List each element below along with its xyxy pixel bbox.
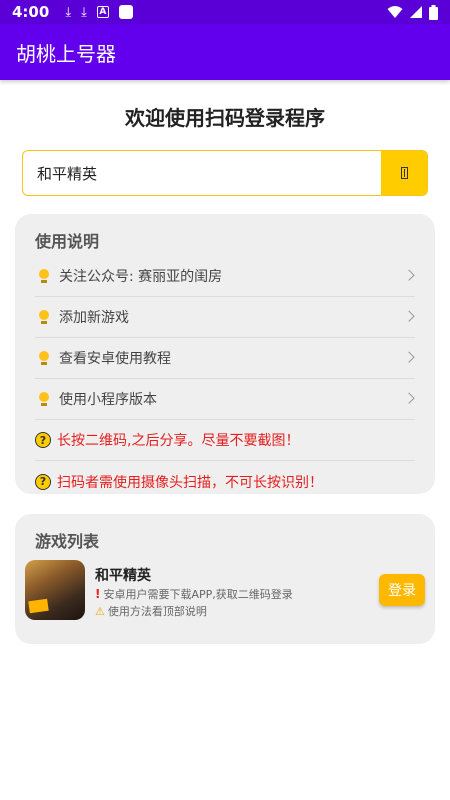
- status-bar: 4:00 ⤓ ⤓ A: [0, 0, 450, 24]
- app-bar: 胡桃上号器: [0, 24, 450, 80]
- usage-list: 关注公众号: 赛丽亚的闺房 添加新游戏 查看安卓使用教程 使用小程序版本 ? 长…: [35, 256, 415, 502]
- usage-warning-text: 长按二维码,之后分享。尽量不要截图！: [57, 433, 300, 449]
- chevron-right-icon: [403, 310, 415, 322]
- usage-item-follow-account[interactable]: 关注公众号: 赛丽亚的闺房: [35, 256, 415, 297]
- usage-item-android-tutorial[interactable]: 查看安卓使用教程: [35, 338, 415, 379]
- app-square-icon: [118, 5, 133, 19]
- games-title: 游戏列表: [35, 532, 100, 551]
- usage-title: 使用说明: [35, 232, 100, 251]
- game-note-text: 安卓用户需要下载APP,获取二维码登录: [103, 588, 293, 601]
- games-card: 游戏列表 和平精英 ! 安卓用户需要下载APP,获取二维码登录 ⚠ 使用方法看顶…: [15, 514, 435, 644]
- warning-triangle-icon: ⚠: [95, 604, 105, 618]
- usage-warning-share: ? 长按二维码,之后分享。尽量不要截图！: [35, 420, 415, 461]
- battery-icon: [429, 4, 438, 20]
- usage-warning-camera: ? 扫码者需使用摄像头扫描，不可长按识别！: [35, 461, 415, 502]
- font-app-icon: A: [96, 6, 109, 18]
- game-list-item: 和平精英 ! 安卓用户需要下载APP,获取二维码登录 ⚠ 使用方法看顶部说明 登…: [25, 560, 425, 620]
- search-icon: [400, 167, 408, 179]
- usage-item-label: 查看安卓使用教程: [59, 351, 171, 367]
- download-icon: ⤓: [65, 4, 72, 20]
- download-icon: ⤓: [81, 4, 87, 20]
- game-note-usage: ⚠ 使用方法看顶部说明: [95, 603, 207, 619]
- usage-item-label: 关注公众号: 赛丽亚的闺房: [59, 269, 223, 285]
- game-note-download: ! 安卓用户需要下载APP,获取二维码登录: [95, 586, 293, 602]
- welcome-heading: 欢迎使用扫码登录程序: [125, 106, 325, 130]
- exclamation-icon: !: [95, 587, 101, 601]
- usage-card: 使用说明 关注公众号: 赛丽亚的闺房 添加新游戏 查看安卓使用教程 使用小程序版…: [15, 214, 435, 494]
- thumbnail-banner-art: [28, 598, 49, 614]
- usage-item-add-game[interactable]: 添加新游戏: [35, 297, 415, 338]
- signal-icon: [410, 6, 422, 18]
- usage-item-label: 添加新游戏: [59, 310, 129, 326]
- warning-icon: ?: [35, 473, 51, 490]
- bulb-icon: [37, 350, 51, 366]
- usage-item-label: 使用小程序版本: [59, 392, 157, 408]
- login-button[interactable]: 登录: [379, 574, 425, 606]
- thumbnail-art: [75, 600, 79, 614]
- app-title: 胡桃上号器: [16, 41, 116, 66]
- usage-warning-text: 扫码者需使用摄像头扫描，不可长按识别！: [57, 474, 323, 491]
- bulb-icon: [37, 391, 51, 407]
- search-button[interactable]: [381, 151, 427, 195]
- chevron-right-icon: [403, 392, 415, 404]
- bulb-icon: [37, 268, 51, 284]
- search-bar: [22, 150, 428, 196]
- game-thumbnail: [25, 560, 85, 620]
- bulb-icon: [37, 309, 51, 325]
- wifi-icon: [387, 6, 403, 18]
- warning-icon: ?: [35, 432, 51, 448]
- chevron-right-icon: [403, 269, 415, 281]
- status-time: 4:00: [12, 3, 50, 21]
- game-note-text: 使用方法看顶部说明: [107, 605, 207, 618]
- usage-item-mini-program[interactable]: 使用小程序版本: [35, 379, 415, 420]
- chevron-right-icon: [403, 351, 415, 363]
- search-input[interactable]: [23, 151, 381, 195]
- game-name: 和平精英: [95, 568, 151, 584]
